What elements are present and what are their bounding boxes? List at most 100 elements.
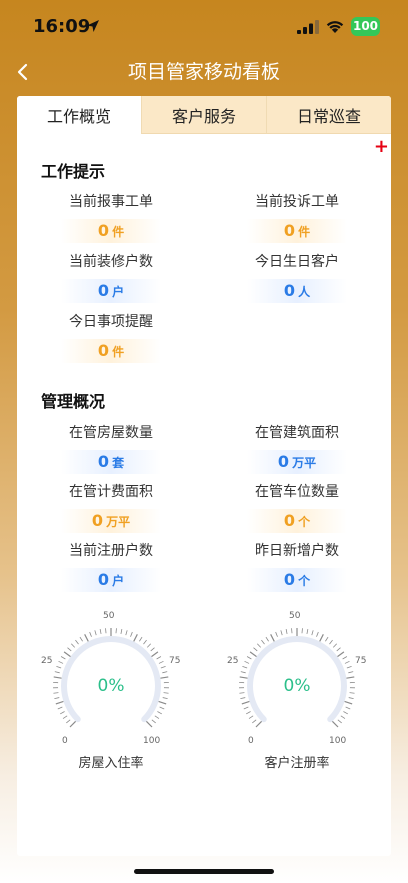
gauge-tick-mark: [343, 711, 349, 715]
stat-renovation-households[interactable]: 当前装修户数 0户: [61, 252, 161, 303]
gauge-tick-mark: [58, 660, 64, 664]
stat-value: 0个: [247, 568, 347, 592]
gauge-tick-label: 100: [329, 736, 347, 746]
gauge-tick-mark: [241, 700, 250, 705]
gauge-tick-mark: [66, 719, 71, 724]
gauge-tick-mark: [240, 671, 246, 674]
gauge-tick-mark: [275, 631, 278, 637]
gauge-occupancy-rate: 25 50 75 0 100 0% 房屋入住率: [41, 608, 181, 771]
gauge-tick-mark: [306, 628, 309, 635]
gauge-tick-mark: [55, 700, 64, 705]
gauge-tick-mark: [255, 720, 263, 728]
gauge-tick-mark: [252, 719, 257, 724]
gauge-tick-mark: [160, 665, 166, 669]
gauge-tick-mark: [157, 711, 163, 715]
status-time: 16:09: [33, 16, 91, 37]
stat-value: 0套: [61, 450, 161, 474]
gauge-tick-mark: [270, 634, 275, 642]
gauge-tick-mark: [348, 671, 354, 674]
gauge-tick-mark: [75, 639, 79, 645]
gauge-tick-mark: [84, 634, 89, 642]
gauge-label: 房屋入住率: [78, 756, 144, 771]
stat-value: 0个: [247, 509, 347, 533]
stat-label: 在管车位数量: [255, 484, 339, 500]
gauge-tick-mark: [244, 660, 250, 664]
stat-current-reports[interactable]: 当前报事工单 0件: [61, 192, 161, 243]
tab-customer-service[interactable]: 客户服务: [141, 96, 266, 134]
gauge-tick-mark: [249, 651, 257, 658]
gauge-tick-mark: [331, 720, 339, 728]
gauge-tick-mark: [319, 634, 324, 642]
gauge-tick-mark: [145, 720, 153, 728]
gauge-tick-label: 75: [355, 656, 367, 666]
stat-value: 0人: [247, 279, 347, 303]
gauge-registration-rate: 25 50 75 0 100 0% 客户注册率: [227, 608, 367, 771]
stat-birthday-customers[interactable]: 今日生日客户 0人: [247, 252, 347, 303]
dashboard-card: 工作概览 客户服务 日常巡查 + 工作提示 当前报事工单 0件 当前投诉工单 0…: [17, 96, 391, 856]
gauge-tick-label: 25: [227, 656, 239, 666]
gauge-tick-mark: [337, 719, 342, 724]
gauge-tick-mark: [253, 647, 258, 652]
gauge-tick-mark: [125, 630, 128, 636]
tab-work-overview[interactable]: 工作概览: [17, 96, 141, 134]
tab-daily-inspection[interactable]: 日常巡查: [266, 96, 391, 134]
gauge-tick-mark: [63, 651, 71, 658]
stat-current-complaints[interactable]: 当前投诉工单 0件: [247, 192, 347, 243]
stat-value: 0 万平: [61, 509, 161, 533]
gauge-tick-mark: [71, 643, 76, 648]
status-bar: 16:09 100: [0, 0, 408, 52]
gauge-tick-mark: [59, 711, 65, 715]
wifi-icon: [326, 21, 344, 33]
gauge-tick-mark: [261, 639, 265, 645]
stat-new-households[interactable]: 昨日新增户数 0个: [247, 541, 347, 592]
home-indicator[interactable]: [134, 869, 274, 874]
gauge-tick-mark: [56, 665, 62, 669]
gauge-tick-mark: [285, 628, 288, 635]
gauge-tick-mark: [89, 631, 92, 637]
gauge-tick-mark: [94, 630, 97, 636]
gauge-tick-mark: [345, 706, 351, 710]
stat-managed-houses[interactable]: 在管房屋数量 0套: [61, 423, 161, 474]
gauge-tick-label: 0: [62, 736, 68, 746]
work-tips-title: 工作提示: [41, 162, 106, 181]
gauge-tick-mark: [54, 697, 60, 700]
gauge-tick-mark: [242, 665, 248, 669]
gauge-tick-mark: [99, 628, 102, 635]
battery-indicator: 100: [351, 17, 380, 36]
cellular-signal-icon: [297, 20, 319, 34]
gauge-tick-mark: [340, 715, 346, 719]
stat-billing-area[interactable]: 在管计费面积 0 万平: [61, 482, 161, 533]
location-arrow-icon: [87, 20, 99, 32]
stat-building-area[interactable]: 在管建筑面积 0 万平: [247, 423, 347, 474]
stat-registered-households[interactable]: 当前注册户数 0户: [61, 541, 161, 592]
stat-today-reminders[interactable]: 今日事项提醒 0件: [61, 312, 161, 363]
gauge-tick-mark: [120, 628, 123, 635]
gauge-tick-mark: [346, 665, 352, 669]
stat-label: 当前装修户数: [69, 254, 153, 270]
stat-label: 当前注册户数: [69, 543, 153, 559]
gauge-tick-mark: [57, 706, 63, 710]
gauge-tick-mark: [143, 639, 147, 645]
gauge-value: 0%: [97, 676, 125, 696]
stat-label: 昨日新增户数: [255, 543, 339, 559]
stat-parking-spaces[interactable]: 在管车位数量 0个: [247, 482, 347, 533]
gauge-tick-mark: [130, 631, 133, 637]
gauge-tick-mark: [156, 656, 162, 660]
management-title: 管理概况: [41, 392, 106, 411]
gauge-tick-mark: [139, 636, 143, 642]
stat-label: 今日事项提醒: [69, 314, 153, 330]
add-icon[interactable]: +: [374, 138, 389, 156]
gauge-tick-mark: [348, 697, 354, 700]
gauge-tick-mark: [344, 660, 350, 664]
gauge-tick-mark: [151, 719, 156, 724]
gauge-tick-mark: [79, 636, 83, 642]
stat-value: 0户: [61, 279, 161, 303]
gauge-tick-mark: [248, 715, 254, 719]
gauge-tick-mark: [342, 656, 348, 660]
gauge-tick-mark: [69, 720, 77, 728]
gauge-tick-mark: [311, 630, 314, 636]
gauge-tick-mark: [257, 643, 262, 648]
stat-label: 在管建筑面积: [255, 425, 339, 441]
gauge-tick-mark: [325, 636, 329, 642]
stat-value: 0 万平: [247, 450, 347, 474]
